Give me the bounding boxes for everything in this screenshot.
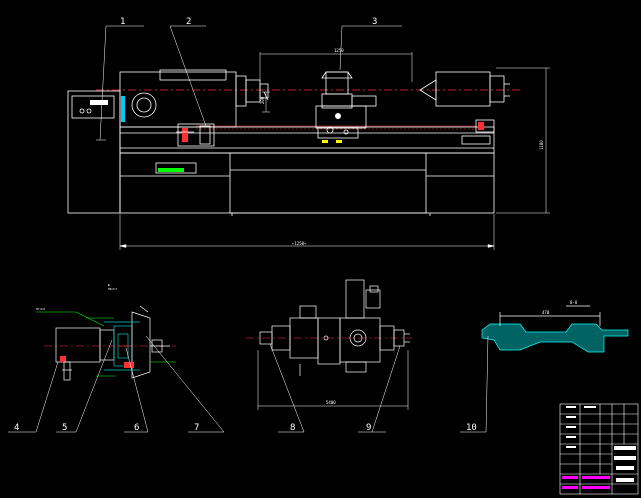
callout-9: 9: [366, 423, 371, 433]
svg-text:H7/k6: H7/k6: [36, 307, 45, 311]
callout-3: 3: [372, 17, 377, 27]
callout-2: 2: [186, 17, 191, 27]
callout-8: 8: [290, 423, 295, 433]
callout-5: 5: [62, 423, 67, 433]
callout-6: 6: [134, 423, 139, 433]
svg-text:←1250→: ←1250→: [292, 241, 307, 246]
callout-10: 10: [466, 423, 477, 433]
cabinet-door-handle: [121, 96, 125, 122]
svg-text:9: 9: [366, 423, 371, 433]
svg-text:1: 1: [120, 17, 125, 27]
drawing-background: [0, 0, 641, 498]
svg-text:470: 470: [542, 310, 550, 315]
callout-7: 7: [194, 423, 199, 433]
callout-1: 1: [120, 17, 125, 27]
svg-text:2: 2: [186, 17, 191, 27]
svg-text:8: 8: [290, 423, 295, 433]
callout-4: 4: [14, 423, 19, 433]
svg-text:5400: 5400: [326, 400, 336, 405]
svg-text:1180: 1180: [539, 140, 544, 150]
svg-text:1250: 1250: [334, 48, 344, 53]
cad-drawing: ←1250→ 1250 200 1180 1 2 3 H7/k6 φ H8/h7…: [0, 0, 641, 498]
svg-text:10: 10: [466, 423, 477, 433]
svg-text:5: 5: [62, 423, 67, 433]
svg-text:6: 6: [134, 423, 139, 433]
svg-text:7: 7: [194, 423, 199, 433]
svg-text:4: 4: [14, 423, 19, 433]
svg-text:8-8: 8-8: [570, 300, 578, 305]
svg-text:200: 200: [260, 96, 265, 104]
svg-text:3: 3: [372, 17, 377, 27]
svg-text:H8/h7: H8/h7: [108, 287, 117, 291]
